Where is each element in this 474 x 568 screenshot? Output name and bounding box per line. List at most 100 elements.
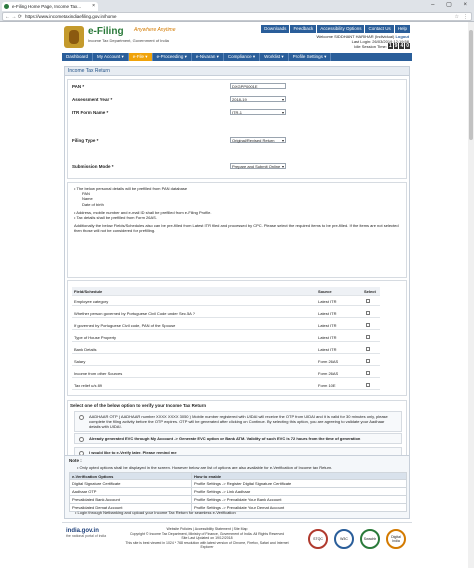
site-header: e-Filing Anywhere Anytime Income Tax Dep… <box>62 22 412 52</box>
footer-badges: STQC W3C Swachh Digital India <box>308 529 406 549</box>
link-accessibility[interactable]: Accessibility Options <box>317 25 365 33</box>
main-menu: Dashboard My Account ▾ e-File ▾ e-Procee… <box>62 53 412 61</box>
row-checkbox[interactable] <box>366 311 370 315</box>
panel-title: Income Tax Return <box>65 67 409 76</box>
row-option: Digital Signature Certificate <box>72 481 121 486</box>
table-header: e-Verification Options How to enable <box>69 472 407 480</box>
info-line: Date of birth <box>82 201 104 207</box>
row-checkbox[interactable] <box>366 359 370 363</box>
row-how: Profile Settings -> Prevalidate Your Ban… <box>191 496 282 503</box>
menu-dashboard[interactable]: Dashboard <box>62 53 94 61</box>
row-source: Form 10E <box>318 383 336 388</box>
verify-option-aadhaar[interactable]: AADHAAR OTP ( AADHAAR number XXXX XXXX 3… <box>74 411 402 432</box>
note-title: Note : <box>69 458 82 463</box>
window-controls[interactable]: – ▢ × <box>431 1 472 8</box>
menu-enivaran[interactable]: e-Nivaran ▾ <box>192 53 224 61</box>
row-field: Employee category <box>74 299 109 304</box>
row-source: Latest ITR <box>318 347 337 352</box>
menu-compliance[interactable]: Compliance ▾ <box>224 53 261 61</box>
back-arrow-icon[interactable]: ← → ⟳ <box>5 13 22 21</box>
row-checkbox[interactable] <box>366 299 370 303</box>
row-field: Whether person governed by Portuguese Ci… <box>74 311 195 316</box>
info-line: Additionally the below Fields/Schedules … <box>74 223 399 234</box>
table-row: Income from other Sources Form 26AS <box>72 369 380 378</box>
footer-text: Website Policies | Accessibility Stateme… <box>122 527 292 550</box>
idle-digit: 1 <box>387 43 393 49</box>
table-row: Tax relief u/s 89 Form 10E <box>72 381 380 390</box>
row-field: Salary <box>74 359 86 364</box>
idle-digit: 0 <box>405 43 410 49</box>
stqc-badge-icon: STQC <box>308 529 328 549</box>
row-checkbox[interactable] <box>366 323 370 327</box>
pan-field: DXGPP0001E <box>230 83 286 89</box>
menu-eproceeding[interactable]: e-Proceeding ▾ <box>153 53 192 61</box>
prefill-info: • The below personal details will be pre… <box>67 182 407 278</box>
mode-select[interactable]: Prepare and Submit Online <box>230 163 286 169</box>
link-help[interactable]: Help <box>394 25 410 33</box>
kebab-menu-icon[interactable]: ⋮ <box>463 13 468 21</box>
ay-select[interactable]: 2018-19 <box>230 96 286 102</box>
radio-aadhaar[interactable] <box>79 415 84 420</box>
itr-panel: Income Tax Return PAN * DXGPP0001E Asses… <box>64 66 410 502</box>
pan-label: PAN * <box>72 84 85 89</box>
row-field: Income from other Sources <box>74 371 123 376</box>
row-source: Latest ITR <box>318 335 337 340</box>
table-row: Employee category Latest ITR <box>72 297 380 306</box>
efiling-page: e-Filing Anywhere Anytime Income Tax Dep… <box>62 22 412 568</box>
idle-digit: 9 <box>393 43 399 49</box>
tab-close-icon[interactable]: × <box>92 2 95 11</box>
idle-digit: 4 <box>399 43 405 49</box>
url-text[interactable]: https://www.incometaxindiaefiling.gov.in… <box>25 14 116 19</box>
itr-select[interactable]: ITR-1 <box>230 109 286 115</box>
note-line: • Only opted options shall be displayed … <box>77 465 333 470</box>
radio-evc[interactable] <box>79 437 84 442</box>
row-checkbox[interactable] <box>366 335 370 339</box>
top-links: Downloads Feedback Accessibility Options… <box>261 25 410 33</box>
link-downloads[interactable]: Downloads <box>261 25 290 33</box>
table-row: Aadhaar OTP Profile Settings -> Link Aadh… <box>69 488 407 496</box>
link-feedback[interactable]: Feedback <box>290 25 317 33</box>
col-field: Field/Schedule <box>74 289 103 294</box>
menu-efile[interactable]: e-File ▾ <box>128 53 153 61</box>
row-option: Aadhaar OTP <box>72 489 97 494</box>
row-option: Prevalidated Bank Account <box>72 497 120 502</box>
browser-tab[interactable]: e-Filing Home Page, Income Tax... × <box>2 2 98 11</box>
login-note: • Login through Netbanking and upload yo… <box>75 510 236 515</box>
col-how: How to enable <box>191 473 221 480</box>
browser-chrome: e-Filing Home Page, Income Tax... × – ▢ … <box>0 0 474 22</box>
row-source: Latest ITR <box>318 311 337 316</box>
info-line: • Tax details shall be prefilled from Fo… <box>74 215 157 221</box>
logo-sub: the national portal of india <box>66 534 107 538</box>
table-row: Prevalidated Bank Account Profile Setting… <box>69 496 407 504</box>
footer-browsers: This site is best viewed in 1024 * 768 r… <box>125 540 289 550</box>
menu-my-account[interactable]: My Account ▾ <box>93 53 129 61</box>
verify-option-evc[interactable]: Already generated EVC through My Account… <box>74 433 402 444</box>
emblem-icon <box>64 26 84 48</box>
page-scrollbar[interactable] <box>468 22 474 568</box>
favicon-icon <box>4 4 9 9</box>
row-checkbox[interactable] <box>366 347 370 351</box>
tab-title: e-Filing Home Page, Income Tax... <box>12 4 81 9</box>
verify-title: Select one of the below option to verify… <box>70 403 207 408</box>
star-icon[interactable]: ☆ <box>455 13 459 21</box>
filing-select[interactable]: Original/Revised Return <box>230 137 286 143</box>
table-row: Salary Form 26AS <box>72 357 380 366</box>
menu-profile-settings[interactable]: Profile Settings ▾ <box>289 53 332 61</box>
row-how: Profile Settings -> Link Aadhaar <box>191 488 250 495</box>
row-field: Type of House Property <box>74 335 117 340</box>
note-box: Note : • Only opted options shall be dis… <box>64 455 410 519</box>
itr-label: ITR Form Name * <box>72 110 109 115</box>
india-gov-logo[interactable]: india.gov.in the national portal of india <box>66 528 106 538</box>
row-field: If governed by Portuguese Civil code, PA… <box>74 323 176 328</box>
row-source: Latest ITR <box>318 323 337 328</box>
address-bar[interactable]: ← → ⟳ https://www.incometaxindiaefiling.… <box>2 12 472 21</box>
link-contact[interactable]: Contact Us <box>365 25 394 33</box>
row-source: Form 26AS <box>318 371 339 376</box>
dept-name: Income Tax Department, Government of Ind… <box>88 38 169 43</box>
site-logo[interactable]: e-Filing <box>88 26 124 37</box>
table-row: Digital Signature Certificate Profile Set… <box>69 480 407 488</box>
row-checkbox[interactable] <box>366 371 370 375</box>
table-header: Field/Schedule Source Select <box>72 287 380 296</box>
row-checkbox[interactable] <box>366 383 370 387</box>
menu-worklist[interactable]: Worklist ▾ <box>260 53 289 61</box>
